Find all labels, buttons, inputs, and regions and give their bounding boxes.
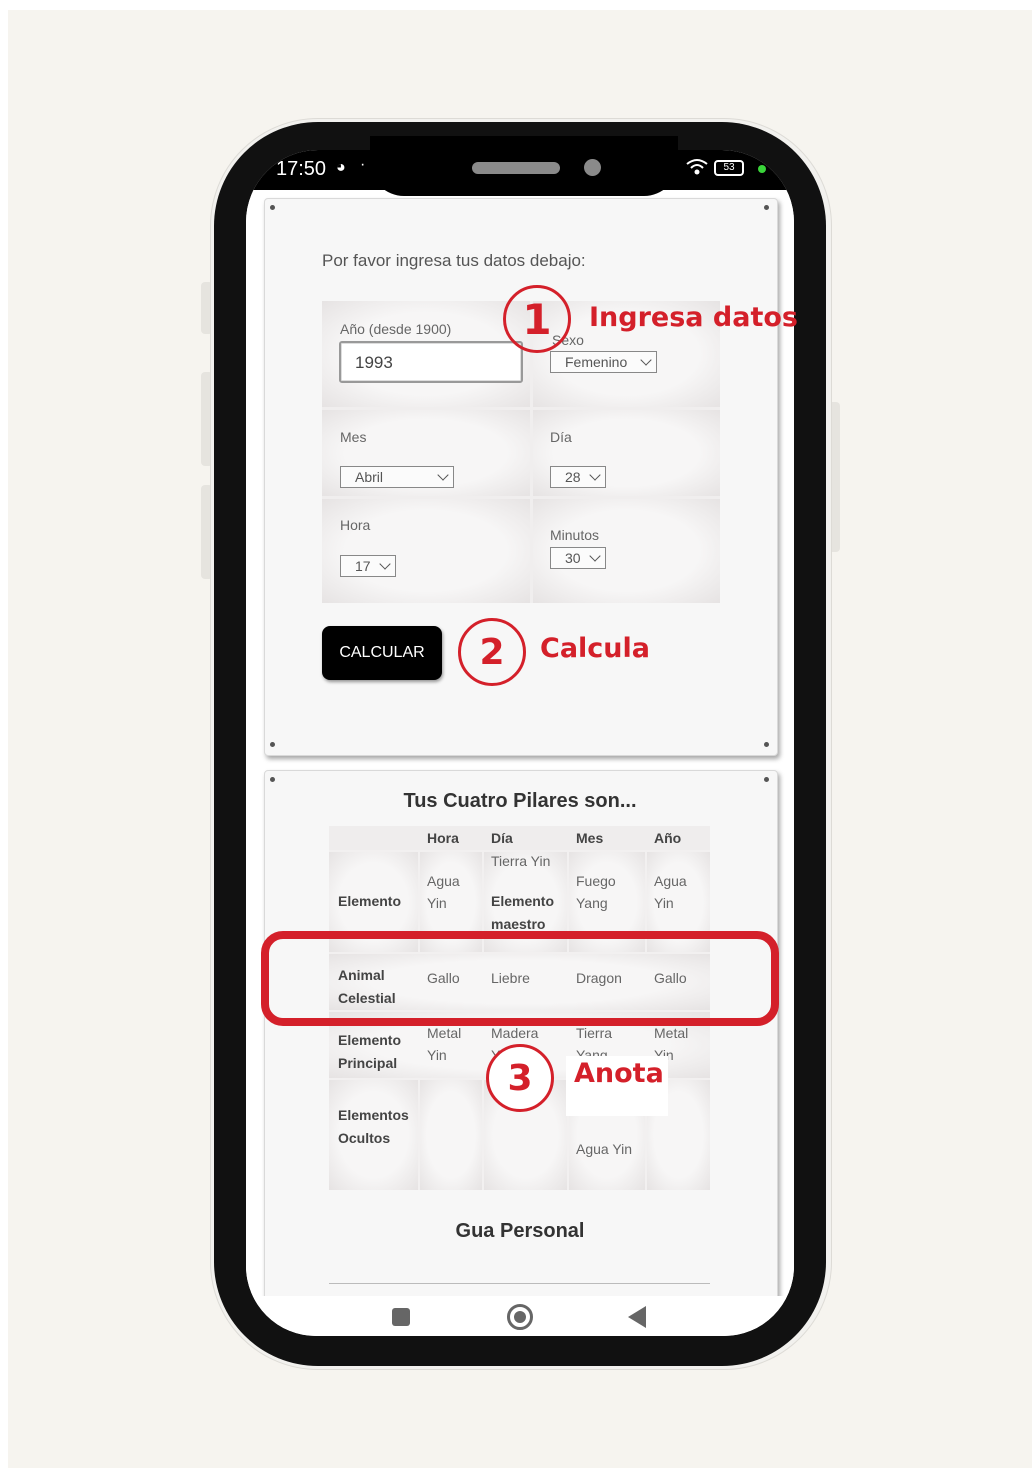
wifi-icon bbox=[686, 158, 708, 181]
day-select-value: 28 bbox=[565, 469, 581, 485]
form-card: Por favor ingresa tus datos debajo: Año … bbox=[264, 198, 778, 756]
card-corner-dot bbox=[764, 742, 769, 747]
calcular-button[interactable]: CALCULAR bbox=[322, 626, 442, 680]
hour-select[interactable]: 17 bbox=[340, 555, 396, 577]
circle-home-icon[interactable] bbox=[507, 1304, 533, 1330]
elemento-mes: Fuego Yang bbox=[576, 873, 616, 911]
minutes-label: Minutos bbox=[550, 527, 600, 543]
sex-select-value: Femenino bbox=[565, 354, 628, 370]
sex-select[interactable]: Femenino bbox=[550, 351, 657, 373]
animal-row-highlight bbox=[261, 931, 779, 1026]
card-corner-dot bbox=[764, 205, 769, 210]
ocultos-mes: Agua Yin bbox=[576, 1141, 633, 1157]
step2-text: Calcula bbox=[540, 633, 650, 664]
android-nav-bar bbox=[246, 1296, 794, 1336]
elemento-dia-maestro: Elemento maestro bbox=[491, 893, 555, 932]
month-select[interactable]: Abril bbox=[340, 466, 454, 488]
square-icon[interactable] bbox=[392, 1308, 410, 1326]
step1-circle: 1 bbox=[503, 285, 571, 353]
step3-circle: 3 bbox=[486, 1044, 554, 1112]
circle-home-inner-icon bbox=[514, 1311, 526, 1323]
status-time: 17:50 bbox=[276, 158, 327, 180]
step3-text: Anota bbox=[574, 1058, 664, 1089]
hour-select-value: 17 bbox=[355, 558, 371, 574]
step1-text: Ingresa datos bbox=[589, 302, 798, 333]
hour-label: Hora bbox=[340, 517, 371, 533]
minutes-select-value: 30 bbox=[565, 550, 581, 566]
row-label-ocultos: Elementos Ocultos bbox=[338, 1107, 409, 1146]
gua-title: Gua Personal bbox=[455, 1220, 585, 1242]
card-corner-dot bbox=[764, 777, 769, 782]
chevron-down-icon bbox=[437, 469, 449, 481]
phone-camera bbox=[584, 159, 601, 176]
pillars-title: Tus Cuatro Pilares son... bbox=[403, 790, 637, 812]
dot-icon: · bbox=[360, 156, 366, 173]
chevron-down-icon bbox=[589, 469, 601, 481]
day-label: Día bbox=[550, 429, 572, 445]
step2-circle: 2 bbox=[458, 618, 526, 686]
header-hora: Hora bbox=[427, 830, 459, 846]
year-label: Año (desde 1900) bbox=[340, 321, 452, 337]
year-input[interactable]: 1993 bbox=[339, 341, 523, 383]
card-corner-dot bbox=[270, 205, 275, 210]
notification-dot-icon bbox=[758, 165, 766, 173]
battery-icon: 53 bbox=[714, 160, 744, 176]
row-label-elemento: Elemento bbox=[338, 893, 402, 909]
table-cell bbox=[420, 1080, 482, 1190]
elemento-hora: Agua Yin bbox=[427, 873, 460, 911]
card-corner-dot bbox=[270, 742, 275, 747]
web-content: Por favor ingresa tus datos debajo: Año … bbox=[246, 190, 794, 1310]
chevron-down-icon bbox=[640, 354, 652, 366]
principal-hora: Metal Yin bbox=[427, 1025, 462, 1063]
gua-table-top-border bbox=[329, 1283, 710, 1284]
chrome-icon: ◕ bbox=[336, 159, 346, 176]
header-ano: Año bbox=[654, 830, 682, 846]
chevron-down-icon bbox=[589, 550, 601, 562]
battery-level: 53 bbox=[723, 162, 735, 173]
chevron-down-icon bbox=[379, 558, 391, 570]
day-select[interactable]: 28 bbox=[550, 466, 606, 488]
phone-speaker bbox=[472, 162, 560, 174]
grid-cell bbox=[322, 499, 530, 603]
elemento-dia: Tierra Yin bbox=[491, 853, 551, 869]
header-dia: Día bbox=[491, 830, 513, 846]
card-corner-dot bbox=[270, 777, 275, 782]
elemento-ano: Agua Yin bbox=[654, 873, 687, 911]
row-label-principal: Elemento Principal bbox=[338, 1032, 402, 1071]
header-mes: Mes bbox=[576, 830, 604, 846]
minutes-select[interactable]: 30 bbox=[550, 547, 606, 569]
form-prompt: Por favor ingresa tus datos debajo: bbox=[322, 251, 586, 270]
month-select-value: Abril bbox=[355, 469, 384, 485]
table-cell bbox=[329, 826, 710, 850]
month-label: Mes bbox=[340, 429, 367, 445]
triangle-back-icon[interactable] bbox=[628, 1306, 646, 1328]
